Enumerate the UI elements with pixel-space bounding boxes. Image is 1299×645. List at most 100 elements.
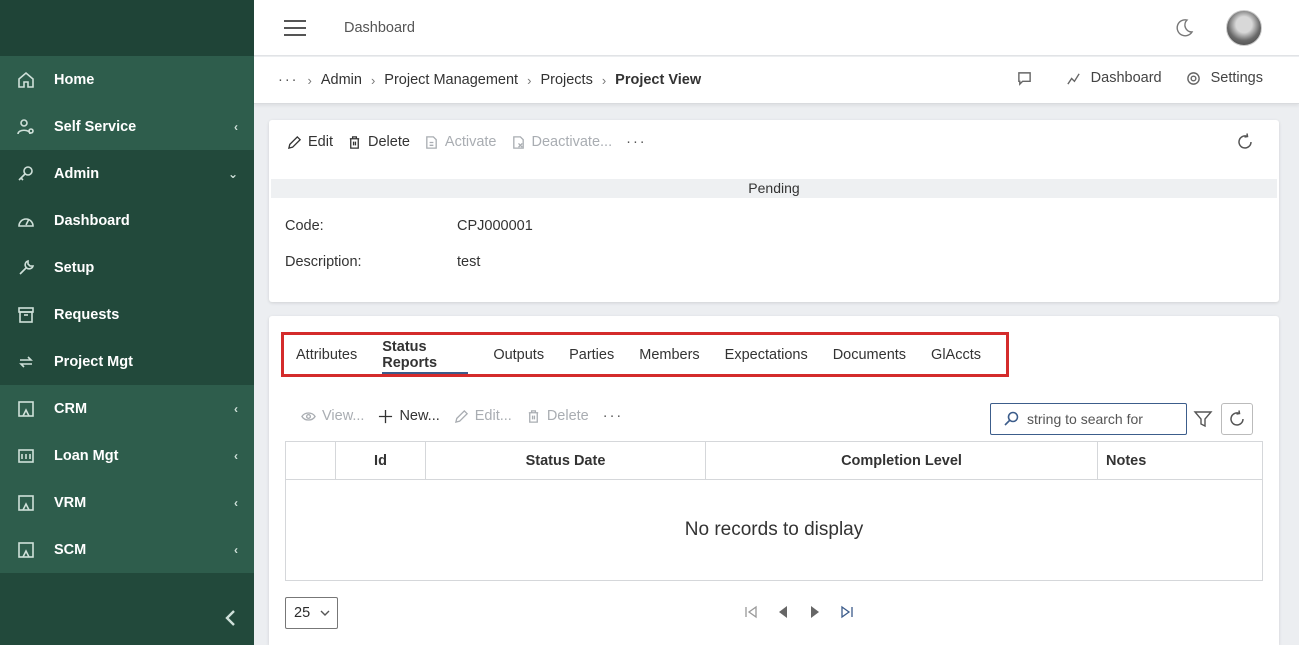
column-header-notes[interactable]: Notes: [1098, 442, 1262, 479]
search-icon: [1004, 411, 1019, 426]
bank-icon: [16, 446, 36, 466]
chevron-right-icon: ›: [370, 72, 376, 88]
tab-attributes[interactable]: Attributes: [296, 335, 357, 374]
chevron-left-icon: ‹: [234, 495, 238, 510]
sidebar-item-label: Requests: [54, 306, 120, 323]
page-size-select[interactable]: 25: [285, 597, 338, 629]
breadcrumb-item-project-management[interactable]: Project Management: [384, 72, 518, 88]
grid-more-actions-button[interactable]: ···: [603, 408, 624, 424]
dashboard-link[interactable]: Dashboard: [1066, 70, 1162, 86]
refresh-icon: [1230, 410, 1244, 426]
sidebar-item-loan-mgt[interactable]: Loan Mgt ‹: [0, 432, 254, 479]
gauge-icon: [16, 211, 36, 231]
chart-line-icon: [1066, 72, 1080, 85]
tab-documents[interactable]: Documents: [833, 335, 906, 374]
tab-expectations[interactable]: Expectations: [725, 335, 808, 374]
grid-refresh-button[interactable]: [1221, 403, 1253, 435]
frame-icon: [16, 493, 36, 513]
edit-button[interactable]: Edit: [287, 134, 333, 150]
grid-delete-button-label: Delete: [546, 408, 589, 424]
gear-icon: [1186, 71, 1200, 85]
comment-button[interactable]: [1017, 71, 1042, 86]
user-avatar[interactable]: [1226, 10, 1262, 46]
description-value: test: [457, 254, 481, 270]
next-page-button[interactable]: [807, 603, 823, 621]
sidebar-item-label: Setup: [54, 259, 95, 276]
column-header-select[interactable]: [286, 442, 336, 479]
column-header-id[interactable]: Id: [336, 442, 426, 479]
delete-button[interactable]: Delete: [347, 134, 410, 150]
refresh-icon[interactable]: [1235, 132, 1255, 152]
breadcrumb-more[interactable]: ···: [278, 72, 299, 88]
frame-icon: [16, 540, 36, 560]
column-header-status-date[interactable]: Status Date: [426, 442, 706, 479]
grid-edit-button[interactable]: Edit...: [454, 408, 512, 424]
edit-button-label: Edit: [308, 134, 333, 150]
plus-icon: [379, 409, 393, 423]
chevron-left-icon: [225, 610, 235, 626]
pencil-icon: [287, 135, 302, 149]
breadcrumb-item-admin[interactable]: Admin: [321, 72, 362, 88]
sidebar-item-label: Admin: [54, 165, 100, 182]
settings-link-label: Settings: [1210, 70, 1263, 86]
sidebar: Home Self Service ‹ Admin ⌄ Dashboard Se…: [0, 0, 254, 645]
view-button[interactable]: View...: [301, 408, 364, 424]
deactivate-button[interactable]: Deactivate...: [511, 134, 612, 150]
delete-button-label: Delete: [368, 134, 410, 150]
code-value: CPJ000001: [457, 218, 533, 234]
tab-outputs[interactable]: Outputs: [493, 335, 544, 374]
chevron-left-icon: ‹: [234, 542, 238, 557]
description-label: Description:: [285, 254, 362, 270]
sidebar-item-label: Home: [54, 71, 95, 88]
breadcrumb-actions: Dashboard Settings: [993, 70, 1263, 86]
previous-page-button[interactable]: [775, 603, 791, 621]
sidebar-item-requests[interactable]: Requests: [0, 291, 254, 338]
sidebar-item-crm[interactable]: CRM ‹: [0, 385, 254, 432]
menu-toggle-button[interactable]: [284, 19, 306, 36]
new-button[interactable]: New...: [378, 408, 440, 424]
dark-mode-moon-icon[interactable]: [1173, 17, 1195, 39]
sidebar-item-admin[interactable]: Admin ⌄: [0, 150, 254, 197]
first-page-button[interactable]: [743, 603, 759, 621]
filter-icon[interactable]: [1193, 409, 1213, 429]
grid-delete-button[interactable]: Delete: [526, 408, 589, 424]
tab-members[interactable]: Members: [639, 335, 699, 374]
sidebar-item-label: SCM: [54, 541, 87, 558]
sidebar-item-setup[interactable]: Setup: [0, 244, 254, 291]
sidebar-item-home[interactable]: Home: [0, 56, 254, 103]
tab-strip: Attributes Status Reports Outputs Partie…: [281, 332, 1009, 377]
sidebar-item-self-service[interactable]: Self Service ‹: [0, 103, 254, 150]
more-actions-button[interactable]: ···: [626, 134, 647, 150]
sidebar-item-project-mgt[interactable]: Project Mgt: [0, 338, 254, 385]
activate-button[interactable]: Activate: [424, 134, 497, 150]
next-page-icon: [811, 606, 819, 618]
status-reports-grid: Id Status Date Completion Level Notes No…: [285, 441, 1263, 581]
sidebar-item-dashboard[interactable]: Dashboard: [0, 197, 254, 244]
description-row: Description: test: [285, 254, 480, 270]
sidebar-nav: Home Self Service ‹ Admin ⌄ Dashboard Se…: [0, 56, 254, 573]
pencil-icon: [454, 409, 468, 423]
tab-glaccts[interactable]: GlAccts: [931, 335, 981, 374]
sidebar-item-scm[interactable]: SCM ‹: [0, 526, 254, 573]
column-header-completion-level[interactable]: Completion Level: [706, 442, 1098, 479]
first-page-icon: [745, 605, 757, 619]
trash-icon: [349, 135, 360, 149]
search-input[interactable]: [1027, 411, 1177, 427]
chevron-right-icon: ›: [527, 72, 532, 88]
chevron-left-icon: ‹: [234, 448, 238, 463]
chevron-left-icon: ‹: [234, 401, 238, 416]
chevron-right-icon: ›: [307, 72, 312, 88]
sidebar-item-vrm[interactable]: VRM ‹: [0, 479, 254, 526]
sidebar-item-label: VRM: [54, 494, 87, 511]
frame-icon: [16, 399, 36, 419]
last-page-button[interactable]: [839, 603, 855, 621]
settings-link[interactable]: Settings: [1186, 70, 1263, 86]
sidebar-logo-area: [0, 0, 254, 56]
sidebar-collapse-button[interactable]: [220, 606, 240, 630]
chevron-right-icon: ›: [601, 72, 607, 88]
breadcrumb-item-projects[interactable]: Projects: [540, 72, 592, 88]
search-box: [990, 403, 1187, 435]
tab-parties[interactable]: Parties: [569, 335, 614, 374]
tab-status-reports[interactable]: Status Reports: [382, 335, 469, 374]
code-row: Code: CPJ000001: [285, 218, 533, 234]
